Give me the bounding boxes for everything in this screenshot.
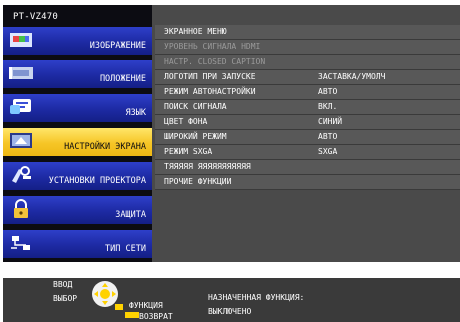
picture-icon — [10, 33, 32, 47]
menu-item-label: УСТАНОВКИ ПРОЕКТОРА — [48, 176, 146, 186]
menu-item-label: ПОЛОЖЕНИЕ — [99, 74, 146, 84]
enter-hint: ВВОД — [53, 280, 73, 289]
assigned-function-label: НАЗНАЧЕННАЯ ФУНКЦИЯ: — [208, 293, 305, 302]
menu-item-label: НАСТРОЙКИ ЭКРАНА — [64, 142, 146, 152]
menu-item-position[interactable]: ПОЛОЖЕНИЕ — [3, 60, 152, 88]
projector-setup-icon — [12, 166, 31, 183]
row-unlabeled-setting[interactable]: ТЯЯЯЯЯ ЯЯЯЯЯЯЯЯЯЯЯ — [155, 160, 460, 175]
menu-item-label: ЯЗЫК — [125, 108, 146, 118]
row-other-functions[interactable]: ПРОЧИЕ ФУНКЦИИ — [155, 175, 460, 190]
row-label: РЕЖИМ SXGA — [164, 147, 213, 156]
menu-item-projector-setup[interactable]: УСТАНОВКИ ПРОЕКТОРА — [3, 162, 152, 190]
assigned-function-value: ВЫКЛЮЧЕНО — [208, 307, 252, 316]
function-button-icon — [115, 304, 123, 310]
row-label: ЛОГОТИП ПРИ ЗАПУСКЕ — [164, 72, 256, 81]
menu-item-display-settings[interactable]: НАСТРОЙКИ ЭКРАНА — [3, 128, 152, 156]
model-name: PT-VZ470 — [13, 12, 58, 22]
return-button-icon — [125, 312, 139, 318]
language-icon — [10, 99, 31, 114]
return-hint: ВОЗВРАТ — [139, 312, 173, 321]
menu-item-label: ИЗОБРАЖЕНИЕ — [89, 41, 146, 51]
row-onscreen-menu[interactable]: ЭКРАННОЕ МЕНЮ — [155, 25, 460, 40]
row-value: ЗАСТАВКА/УМОЛЧ — [318, 72, 386, 81]
row-auto-setup-mode[interactable]: РЕЖИМ АВТОНАСТРОЙКИ АВТО — [155, 85, 460, 100]
row-label: ПОИСК СИГНАЛА — [164, 102, 227, 111]
row-label: ПРОЧИЕ ФУНКЦИИ — [164, 177, 232, 186]
row-label: НАСТР. CLOSED CAPTION — [164, 57, 266, 66]
row-value: АВТО — [318, 87, 338, 96]
position-icon — [9, 67, 33, 79]
row-label: ЭКРАННОЕ МЕНЮ — [164, 27, 227, 36]
row-label: ШИРОКИЙ РЕЖИМ — [164, 132, 227, 141]
model-header: PT-VZ470 — [3, 5, 152, 25]
row-label: УРОВЕНЬ СИГНАЛА HDMI — [164, 42, 261, 51]
display-settings-icon — [10, 133, 32, 148]
row-value: АВТО — [318, 132, 338, 141]
menu-item-label: ЗАЩИТА — [115, 210, 146, 220]
menu-item-picture[interactable]: ИЗОБРАЖЕНИЕ — [3, 27, 152, 55]
row-label: ТЯЯЯЯЯ ЯЯЯЯЯЯЯЯЯЯЯ — [164, 162, 251, 171]
menu-item-label: ТИП СЕТИ — [105, 244, 146, 254]
row-wide-mode[interactable]: ШИРОКИЙ РЕЖИМ АВТО — [155, 130, 460, 145]
network-icon — [11, 236, 30, 250]
row-label: РЕЖИМ АВТОНАСТРОЙКИ — [164, 87, 256, 96]
row-value: SXGA — [318, 147, 338, 156]
function-hint: ФУНКЦИЯ — [129, 301, 163, 310]
row-value: ВКЛ. — [318, 102, 338, 111]
row-hdmi-signal-level: УРОВЕНЬ СИГНАЛА HDMI — [155, 40, 460, 55]
menu-item-network[interactable]: ТИП СЕТИ — [3, 230, 152, 258]
menu-item-security[interactable]: ЗАЩИТА — [3, 196, 152, 224]
row-startup-logo[interactable]: ЛОГОТИП ПРИ ЗАПУСКЕ ЗАСТАВКА/УМОЛЧ — [155, 70, 460, 85]
menu-item-language[interactable]: ЯЗЫК — [3, 94, 152, 122]
row-value: СИНИЙ — [318, 117, 343, 126]
row-signal-search[interactable]: ПОИСК СИГНАЛА ВКЛ. — [155, 100, 460, 115]
row-sxga-mode[interactable]: РЕЖИМ SXGA SXGA — [155, 145, 460, 160]
row-closed-caption: НАСТР. CLOSED CAPTION — [155, 55, 460, 70]
select-hint: ВЫБОР — [53, 294, 78, 303]
row-label: ЦВЕТ ФОНА — [164, 117, 208, 126]
lock-icon — [14, 199, 28, 218]
row-background-color[interactable]: ЦВЕТ ФОНА СИНИЙ — [155, 115, 460, 130]
footer-divider — [3, 262, 460, 278]
footer-bar: ВВОД ВЫБОР ФУНКЦИЯ ВОЗВРАТ НАЗНАЧЕННАЯ Ф… — [3, 278, 460, 322]
